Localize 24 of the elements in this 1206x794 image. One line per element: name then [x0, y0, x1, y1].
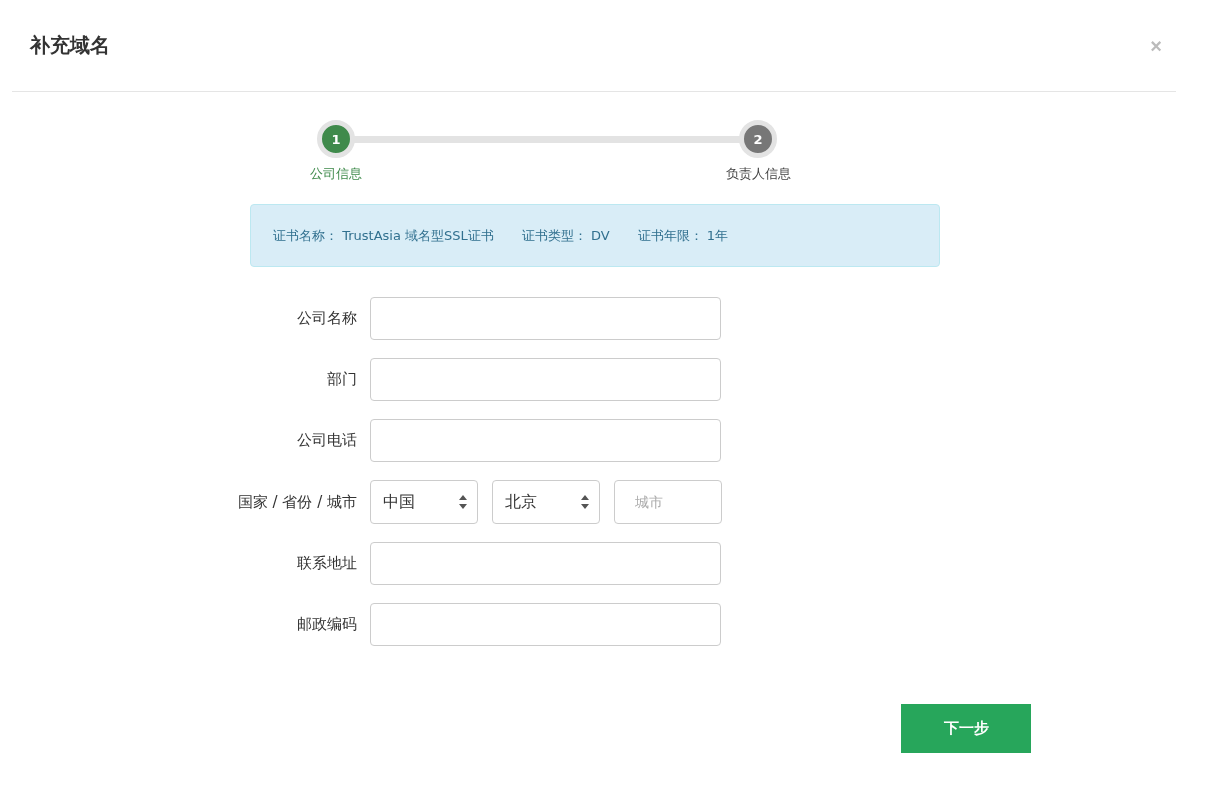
- input-field[interactable]: [370, 419, 721, 462]
- input-field[interactable]: [370, 603, 721, 646]
- certificate-info-text: 证书名称： TrustAsia 域名型SSL证书: [273, 226, 494, 245]
- field-label: 联系地址: [296, 554, 358, 573]
- up-down-arrows-icon: [581, 495, 589, 509]
- step-label: 负责人信息: [725, 165, 791, 183]
- step-number: 1: [317, 120, 355, 158]
- province-select[interactable]: 北京: [492, 480, 600, 524]
- dialog-title: 补充域名: [30, 32, 110, 59]
- certificate-info-text: 证书年限： 1年: [637, 226, 728, 245]
- field-label: 邮政编码: [296, 615, 358, 634]
- field-label: 公司电话: [296, 431, 358, 450]
- step-label: 公司信息: [310, 165, 362, 183]
- input-field[interactable]: [370, 297, 721, 340]
- step-number: 2: [739, 120, 777, 158]
- city-field[interactable]: 城市: [614, 480, 722, 524]
- up-down-arrows-icon: [459, 495, 467, 509]
- country-select[interactable]: 中国: [370, 480, 478, 524]
- field-label: 国家 / 省份 / 城市: [236, 492, 358, 512]
- field-label: 部门: [326, 370, 358, 389]
- input-field[interactable]: [370, 358, 721, 401]
- certificate-info-text: 证书类型： DV: [521, 226, 610, 245]
- field-label: 公司名称: [296, 309, 358, 328]
- input-field[interactable]: [370, 542, 721, 585]
